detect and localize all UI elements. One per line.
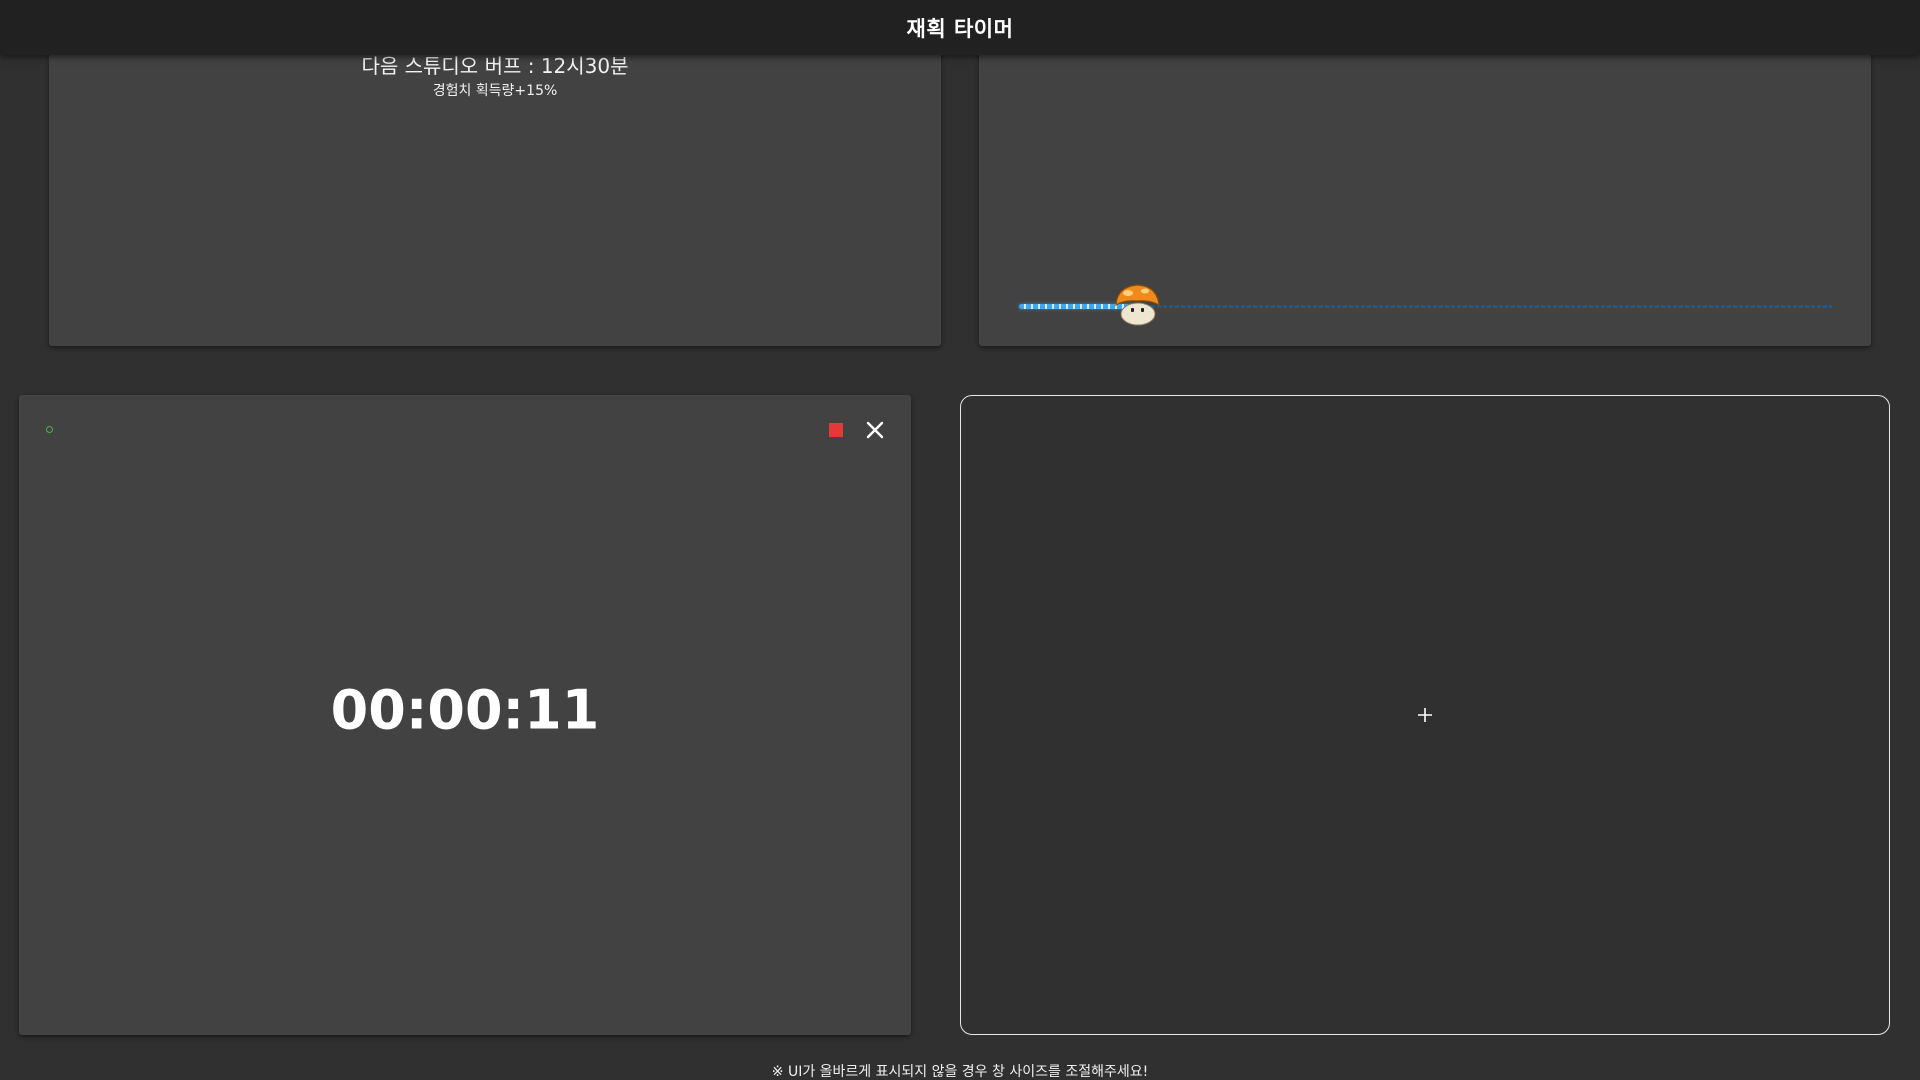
status-dot-icon xyxy=(46,426,53,433)
stop-button[interactable] xyxy=(829,423,843,437)
close-icon xyxy=(866,421,884,439)
app-root: 재획 타이머 다음 스튜디오 버프 : 12시30분 경험치 획득량+15% 0… xyxy=(0,0,1920,1080)
elapsed-time: 00:00:11 xyxy=(330,678,600,742)
add-timer-button[interactable] xyxy=(960,395,1890,1035)
timer-card: 00:00:11 xyxy=(19,395,911,1035)
orange-mushroom-icon xyxy=(1111,281,1163,327)
buff-effect: 경험치 획득량+15% xyxy=(432,83,558,99)
plus-icon xyxy=(1418,708,1432,722)
buff-info-card: 다음 스튜디오 버프 : 12시30분 경험치 획득량+15% xyxy=(49,30,941,346)
progress-track xyxy=(1019,284,1832,326)
footer-note: ※ UI가 올바르게 표시되지 않을 경우 창 사이즈를 조절해주세요! xyxy=(771,1064,1149,1080)
app-header: 재획 타이머 xyxy=(0,0,1920,55)
close-button[interactable] xyxy=(864,419,886,441)
app-title: 재획 타이머 xyxy=(906,16,1014,41)
progress-card xyxy=(979,30,1871,346)
